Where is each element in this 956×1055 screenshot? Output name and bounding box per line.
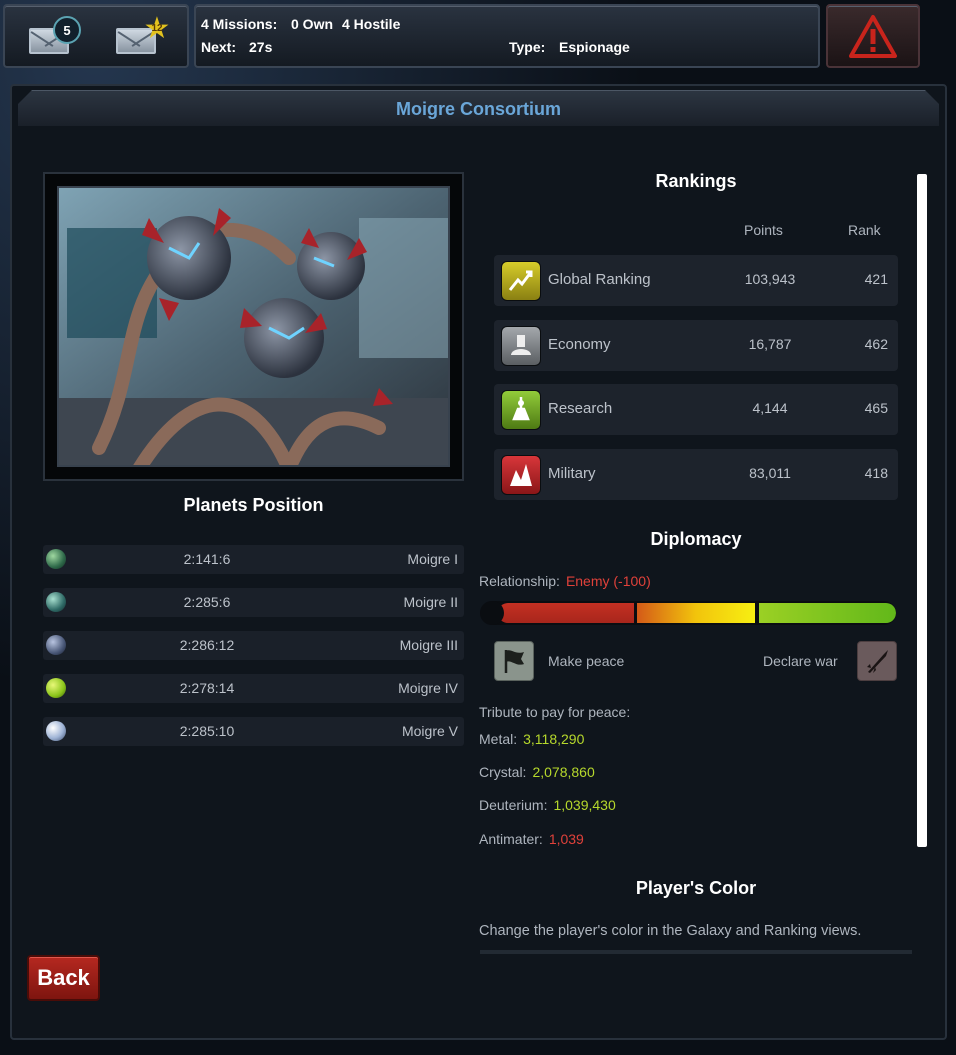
ranking-points: 4,144 [752,400,788,416]
tribute-crystal: Crystal: 2,078,860 [479,764,595,780]
ranking-row-global[interactable]: Global Ranking 103,943 421 [494,255,898,306]
planet-row[interactable]: 2:286:12 Moigre III [43,631,464,660]
type-value: Espionage [559,39,630,55]
relationship-bar-hostile-segment [498,603,634,623]
relationship-line: Relationship: Enemy (-100) [479,573,651,589]
scrollbar[interactable] [917,174,927,847]
diplomacy-heading: Diplomacy [650,529,742,549]
relationship-value: Enemy (-100) [565,573,651,589]
ranking-label: Research [548,400,613,417]
window-title: Moigre Consortium [396,99,561,119]
next-value: 27s [249,39,273,55]
missions-count: 4 Missions: [201,16,278,32]
declare-war-button[interactable] [857,641,897,681]
planet-name: Moigre II [403,594,458,610]
planet-coordinates: 2:286:12 [179,637,235,653]
own-missions: 0 Own [291,16,334,32]
planet-row[interactable]: 2:285:10 Moigre V [43,717,464,746]
antimatter-label: Antimater: [479,831,543,847]
planet-name: Moigre V [401,723,458,739]
ranking-row-military[interactable]: Military 83,011 418 [494,449,898,500]
ranking-row-economy[interactable]: Economy 16,787 462 [494,320,898,371]
relationship-marker [480,601,504,625]
planet-coordinates: 2:285:10 [179,723,235,739]
make-peace-button[interactable] [494,641,534,681]
ranking-label: Global Ranking [548,271,651,288]
make-peace-label[interactable]: Make peace [548,653,624,669]
tribute-metal: Metal: 3,118,290 [479,731,584,747]
crystal-label: Crystal: [479,764,527,780]
planet-coordinates: 2:141:6 [183,551,231,567]
tribute-label: Tribute to pay for peace: [479,704,631,720]
flag-icon [504,650,524,673]
ranking-label: Military [548,465,596,482]
player-color-heading: Player's Color [635,878,757,898]
ranking-position: 465 [864,400,888,416]
player-color-description: Change the player's color in the Galaxy … [479,923,862,939]
ranking-points: 16,787 [748,336,792,352]
warning-icon [849,15,897,58]
metal-value: 3,118,290 [523,731,585,747]
ranking-position: 462 [864,336,888,352]
relationship-bar-neutral-segment [637,603,755,623]
messages-panel: 5 ★ 12 [3,4,189,68]
ranking-points: 83,011 [749,465,791,481]
declare-war-label[interactable]: Declare war [763,653,838,669]
economy-icon [501,326,541,366]
deuterium-label: Deuterium: [479,797,548,813]
ranking-row-research[interactable]: Research 4,144 465 [494,384,898,435]
tribute-antimatter: Antimater: 1,039 [479,831,584,847]
antimatter-value: 1,039 [548,831,584,847]
military-icon [501,455,541,495]
ranking-points: 103,943 [744,271,796,287]
messages-count-badge: 5 [53,16,81,44]
planet-name: Moigre I [407,551,458,567]
planet-row[interactable]: 2:141:6 Moigre I [43,545,464,574]
ranking-label: Economy [548,336,611,353]
relationship-bar-friendly-segment [759,603,896,623]
research-icon [501,390,541,430]
alert-button[interactable] [826,4,920,68]
planet-row[interactable]: 2:285:6 Moigre II [43,588,464,617]
planet-name: Moigre III [399,637,458,653]
hostile-missions: 4 Hostile [342,16,401,32]
tribute-deuterium: Deuterium: 1,039,430 [479,797,616,813]
planet-icon [46,721,66,741]
crystal-value: 2,078,860 [532,764,595,780]
rank-column-header: Rank [848,222,881,238]
planets-heading: Planets Position [183,495,324,515]
window-title-bar: Moigre Consortium [18,90,939,126]
planet-row[interactable]: 2:278:14 Moigre IV [43,674,464,703]
planet-icon [46,635,66,655]
top-bar: 5 ★ 12 4 Missions: 0 Own 4 Hostile Next: … [0,0,956,72]
points-column-header: Points [744,222,783,238]
player-portrait-image [57,186,450,467]
section-divider [480,950,912,954]
planet-icon [46,549,66,569]
planet-name: Moigre IV [398,680,458,696]
planet-coordinates: 2:285:6 [183,594,231,610]
deuterium-value: 1,039,430 [553,797,616,813]
rankings-heading: Rankings [655,171,737,191]
relationship-label: Relationship: [479,573,560,589]
relationship-bar [480,601,896,625]
planet-coordinates: 2:278:14 [179,680,235,696]
back-button[interactable]: Back [27,955,100,1001]
planet-icon [46,678,66,698]
planet-icon [46,592,66,612]
favorites-count-badge: 12 [151,23,163,34]
missile-icon [867,650,888,673]
type-label: Type: [509,39,546,55]
favorites-star-icon: ★ 12 [143,12,171,45]
player-portrait-frame [43,172,464,481]
ranking-position: 418 [864,465,888,481]
missions-panel[interactable]: 4 Missions: 0 Own 4 Hostile Next: 27s Ty… [194,4,820,68]
next-label: Next: [201,39,237,55]
metal-label: Metal: [479,731,518,747]
global-ranking-icon [501,261,541,301]
ranking-position: 421 [864,271,888,287]
